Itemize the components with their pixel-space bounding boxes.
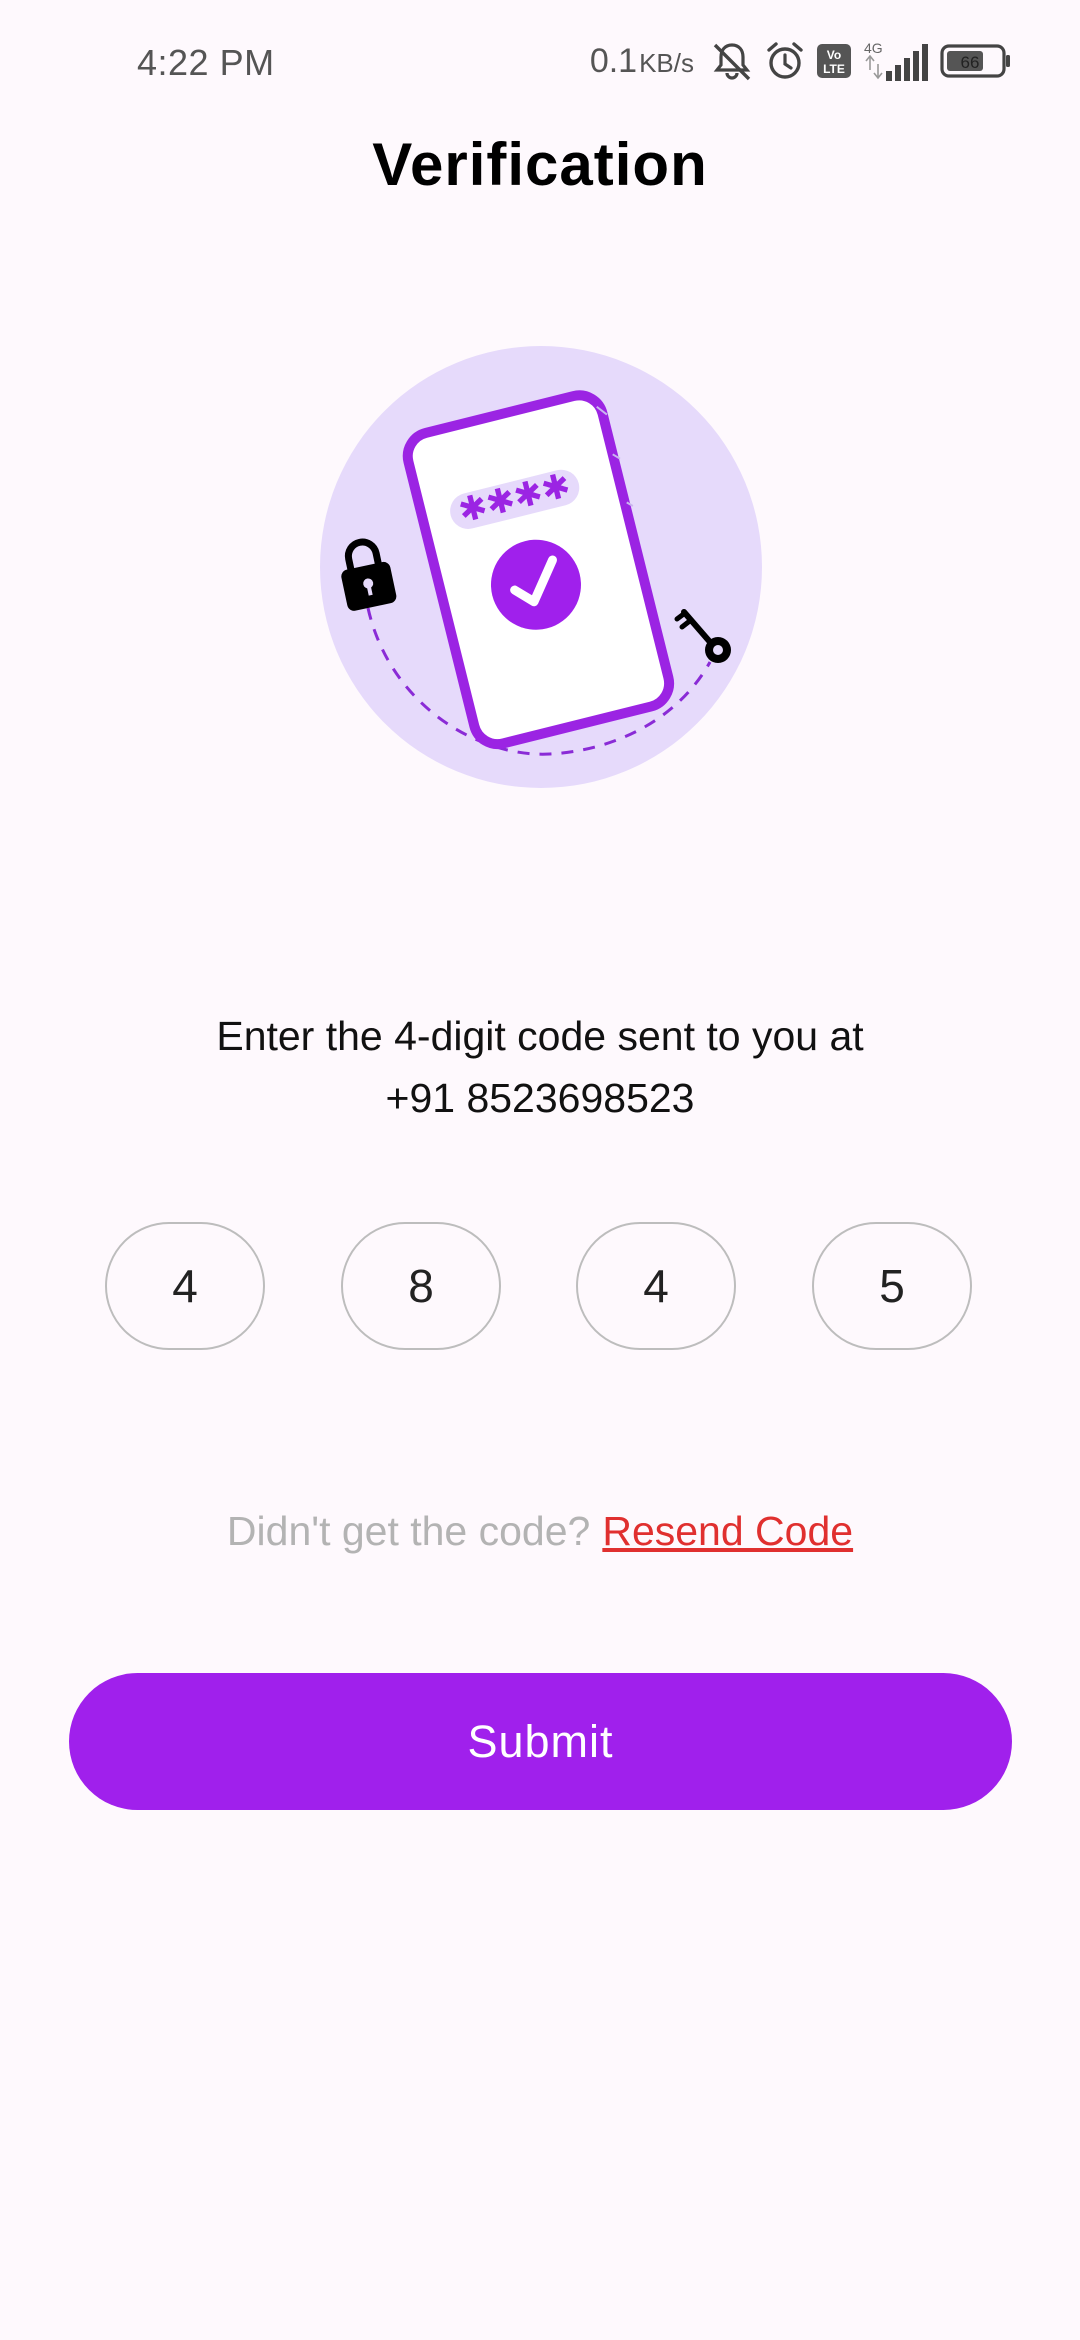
- signal-icon: 4G: [864, 40, 928, 81]
- alarm-icon: [767, 42, 803, 79]
- volte-icon: Vo LTE: [817, 44, 851, 78]
- otp-digit-2[interactable]: 8: [341, 1222, 501, 1350]
- svg-text:Vo: Vo: [827, 48, 841, 62]
- network-type-label: 4G: [864, 40, 883, 56]
- network-speed-value: 0.1: [589, 41, 638, 80]
- instruction-text: Enter the 4-digit code sent to you at +9…: [80, 1005, 1000, 1129]
- resend-prompt: Didn't get the code?: [226, 1508, 591, 1554]
- page-title: Verification: [372, 131, 708, 198]
- verification-illustration: ✱✱✱✱: [320, 346, 762, 788]
- otp-digit-4[interactable]: 5: [812, 1222, 972, 1350]
- network-speed-unit: KB/s: [639, 47, 694, 78]
- otp-input-row: 4 8 4 5: [0, 1222, 1080, 1356]
- otp-digit-3[interactable]: 4: [576, 1222, 736, 1350]
- instruction-line-1: Enter the 4-digit code sent to you at: [216, 1013, 864, 1059]
- battery-icon: 66: [940, 44, 1010, 78]
- status-icons: 0.1 KB/s Vo LTE 4G 66: [590, 38, 1012, 84]
- svg-text:LTE: LTE: [823, 62, 845, 76]
- phone-number: +91 8523698523: [385, 1075, 695, 1121]
- status-bar: 4:22 PM 0.1 KB/s Vo LTE 4G 66: [0, 0, 1080, 130]
- resend-row: Didn't get the code? Resend Code: [0, 1508, 1080, 1555]
- resend-code-link[interactable]: Resend Code: [602, 1508, 853, 1554]
- battery-level: 66: [961, 53, 980, 72]
- otp-digit-1[interactable]: 4: [105, 1222, 265, 1350]
- status-time: 4:22 PM: [137, 42, 275, 83]
- bell-muted-icon: [713, 43, 751, 81]
- network-speed: 0.1 KB/s: [590, 42, 694, 81]
- submit-button[interactable]: Submit: [69, 1673, 1012, 1810]
